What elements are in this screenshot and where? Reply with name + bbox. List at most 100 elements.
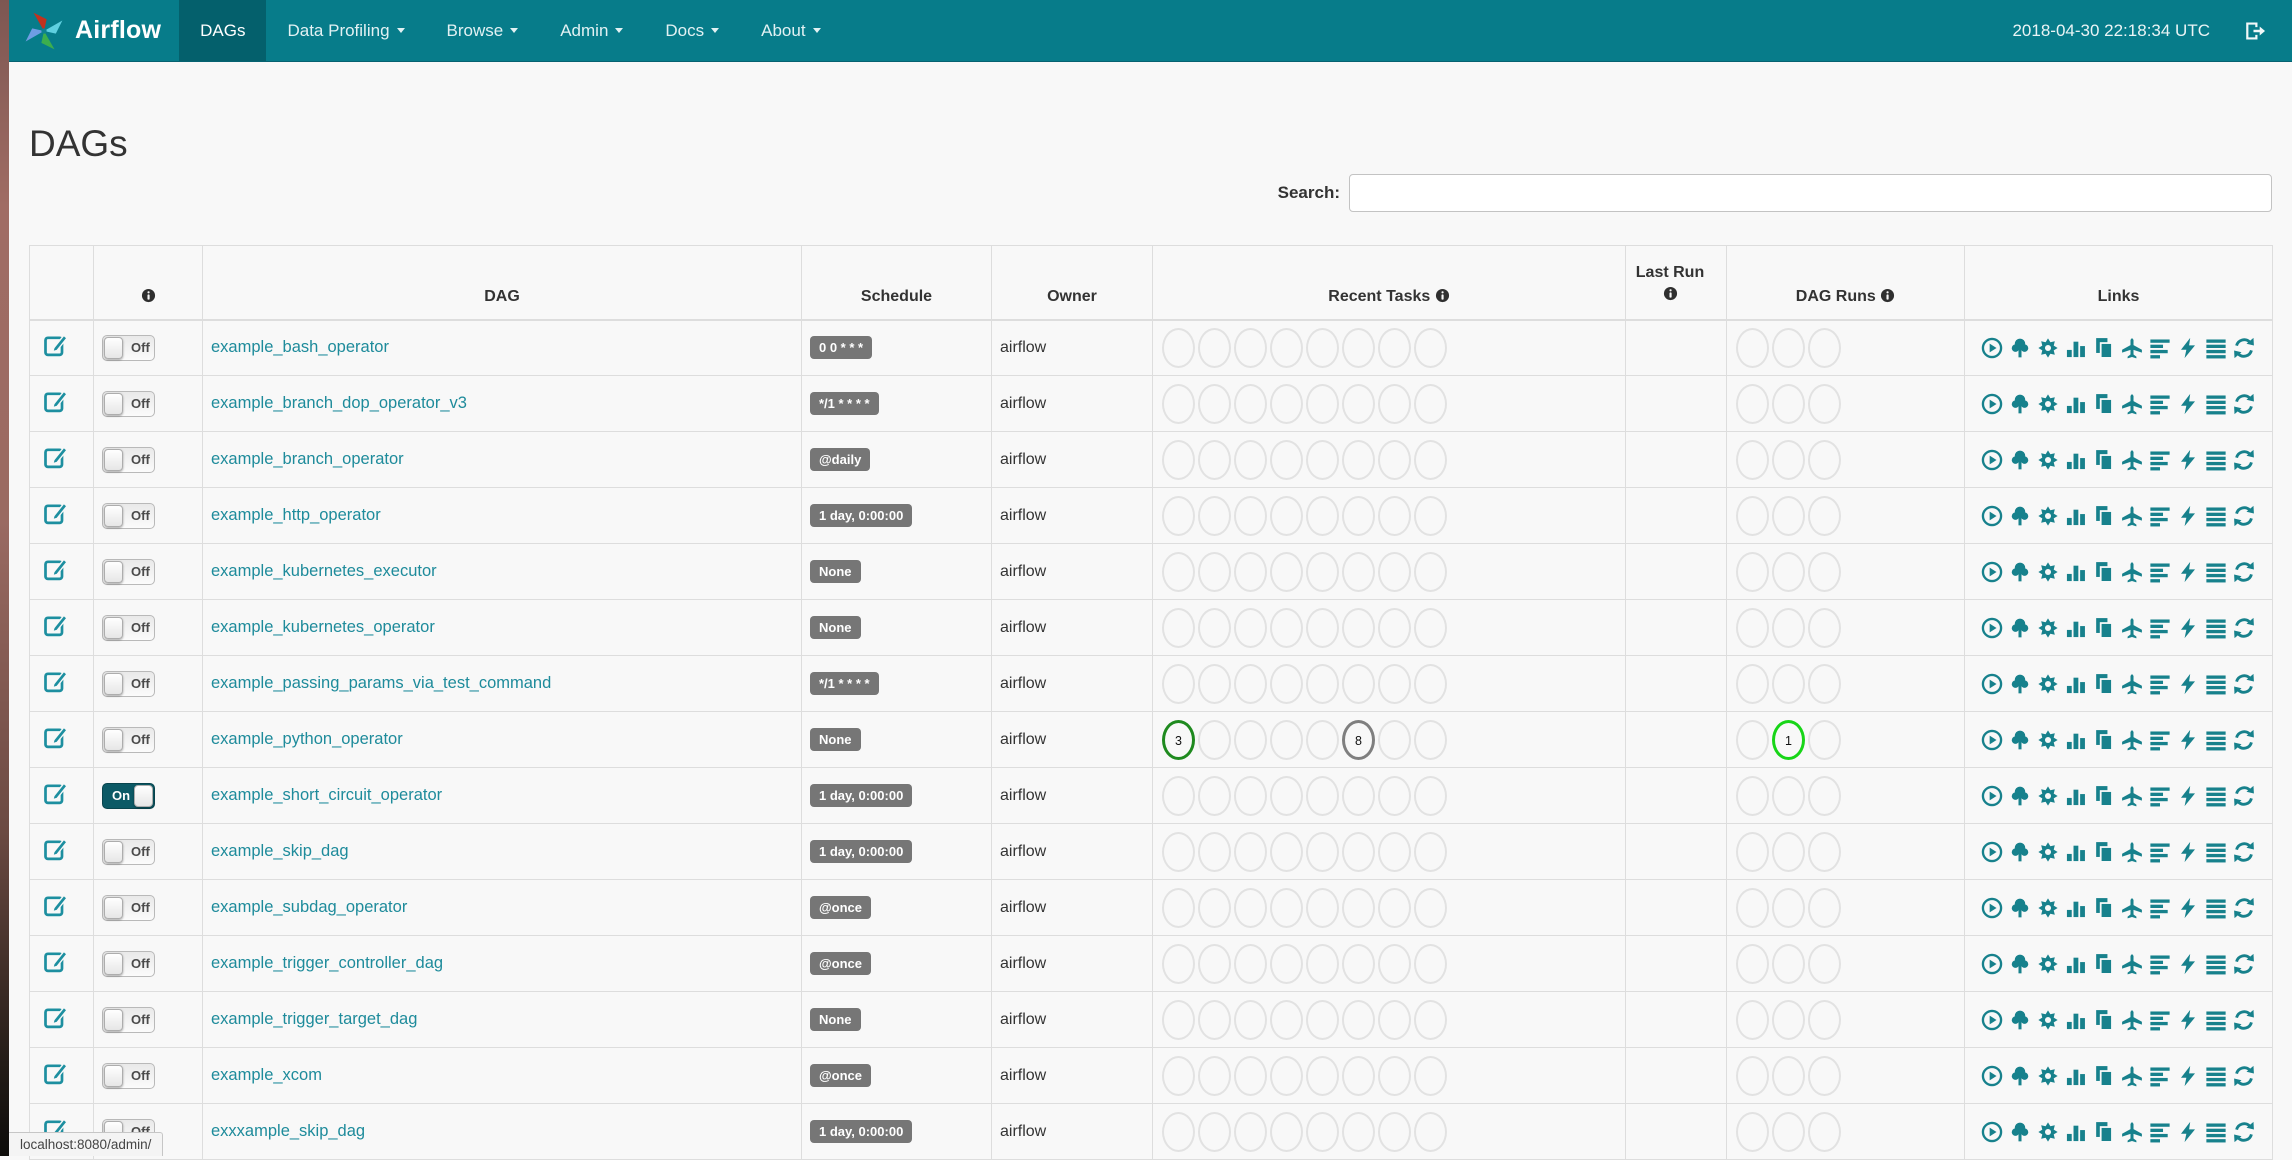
link-trigger-dag[interactable] [1981, 337, 2003, 359]
task-state-circle[interactable] [1162, 1112, 1195, 1152]
link-task-duration[interactable] [2065, 337, 2087, 359]
link-task-tries[interactable] [2093, 337, 2115, 359]
link-landing-times[interactable] [2121, 897, 2143, 919]
link-tree-view[interactable] [2009, 505, 2031, 527]
link-trigger-dag[interactable] [1981, 393, 2003, 415]
link-refresh[interactable] [2233, 561, 2255, 583]
dag-pause-toggle[interactable]: Off [102, 391, 155, 417]
task-state-circle[interactable] [1772, 496, 1805, 536]
dag-link[interactable]: example_bash_operator [211, 338, 389, 356]
task-state-circle[interactable] [1414, 720, 1447, 760]
dag-pause-toggle[interactable]: Off [102, 447, 155, 473]
task-state-circle[interactable] [1270, 384, 1303, 424]
link-task-tries[interactable] [2093, 673, 2115, 695]
link-task-tries[interactable] [2093, 897, 2115, 919]
task-state-circle[interactable] [1736, 944, 1769, 984]
task-state-circle[interactable] [1808, 440, 1841, 480]
task-state-circle[interactable] [1342, 440, 1375, 480]
task-state-circle[interactable] [1306, 384, 1339, 424]
link-gantt-view[interactable] [2149, 449, 2171, 471]
task-state-circle[interactable] [1234, 944, 1267, 984]
link-tree-view[interactable] [2009, 617, 2031, 639]
dag-pause-toggle[interactable]: Off [102, 615, 155, 641]
link-tree-view[interactable] [2009, 785, 2031, 807]
link-landing-times[interactable] [2121, 561, 2143, 583]
task-state-circle[interactable] [1234, 888, 1267, 928]
dag-link[interactable]: example_passing_params_via_test_command [211, 674, 551, 692]
task-state-circle[interactable] [1378, 1056, 1411, 1096]
task-state-circle[interactable] [1736, 328, 1769, 368]
link-log-view[interactable] [2205, 617, 2227, 639]
task-state-circle[interactable] [1736, 1112, 1769, 1152]
task-state-circle[interactable]: 3 [1162, 720, 1195, 760]
task-state-circle[interactable] [1306, 608, 1339, 648]
link-log-view[interactable] [2205, 449, 2227, 471]
link-task-duration[interactable] [2065, 841, 2087, 863]
task-state-circle[interactable] [1162, 776, 1195, 816]
link-graph-view[interactable] [2037, 953, 2059, 975]
link-refresh[interactable] [2233, 673, 2255, 695]
link-gantt-view[interactable] [2149, 953, 2171, 975]
link-gantt-view[interactable] [2149, 561, 2171, 583]
task-state-circle[interactable] [1270, 888, 1303, 928]
link-trigger-dag[interactable] [1981, 1009, 2003, 1031]
task-state-circle[interactable] [1234, 1112, 1267, 1152]
task-state-circle[interactable] [1414, 1000, 1447, 1040]
link-log-view[interactable] [2205, 505, 2227, 527]
link-trigger-dag[interactable] [1981, 785, 2003, 807]
dag-pause-toggle[interactable]: Off [102, 951, 155, 977]
link-tree-view[interactable] [2009, 673, 2031, 695]
link-gantt-view[interactable] [2149, 729, 2171, 751]
task-state-circle[interactable] [1342, 328, 1375, 368]
task-state-circle[interactable] [1772, 328, 1805, 368]
link-task-duration[interactable] [2065, 1065, 2087, 1087]
link-refresh[interactable] [2233, 393, 2255, 415]
task-state-circle[interactable] [1270, 944, 1303, 984]
task-state-circle[interactable] [1198, 328, 1231, 368]
link-graph-view[interactable] [2037, 897, 2059, 919]
task-state-circle[interactable] [1234, 1000, 1267, 1040]
link-tree-view[interactable] [2009, 449, 2031, 471]
link-task-tries[interactable] [2093, 617, 2115, 639]
link-log-view[interactable] [2205, 729, 2227, 751]
nav-item-docs[interactable]: Docs [644, 0, 740, 61]
task-state-circle[interactable] [1772, 888, 1805, 928]
edit-dag-button[interactable] [44, 389, 68, 413]
task-state-circle[interactable] [1808, 608, 1841, 648]
task-state-circle[interactable] [1736, 720, 1769, 760]
dag-link[interactable]: example_branch_dop_operator_v3 [211, 394, 467, 412]
task-state-circle[interactable] [1772, 1056, 1805, 1096]
link-refresh[interactable] [2233, 337, 2255, 359]
link-refresh[interactable] [2233, 449, 2255, 471]
task-state-circle[interactable] [1736, 832, 1769, 872]
task-state-circle[interactable] [1342, 552, 1375, 592]
link-log-view[interactable] [2205, 785, 2227, 807]
edit-dag-button[interactable] [44, 445, 68, 469]
link-task-tries[interactable] [2093, 449, 2115, 471]
link-task-tries[interactable] [2093, 505, 2115, 527]
task-state-circle[interactable] [1378, 552, 1411, 592]
task-state-circle[interactable] [1772, 832, 1805, 872]
task-state-circle[interactable] [1772, 384, 1805, 424]
task-state-circle[interactable] [1270, 608, 1303, 648]
task-state-circle[interactable] [1378, 664, 1411, 704]
task-state-circle[interactable] [1414, 496, 1447, 536]
link-task-duration[interactable] [2065, 393, 2087, 415]
link-trigger-dag[interactable] [1981, 729, 2003, 751]
task-state-circle[interactable] [1378, 776, 1411, 816]
nav-item-admin[interactable]: Admin [539, 0, 644, 61]
task-state-circle[interactable] [1378, 496, 1411, 536]
task-state-circle[interactable] [1342, 944, 1375, 984]
link-landing-times[interactable] [2121, 337, 2143, 359]
task-state-circle[interactable] [1162, 664, 1195, 704]
dag-link[interactable]: example_trigger_target_dag [211, 1010, 417, 1028]
dag-pause-toggle[interactable]: Off [102, 559, 155, 585]
link-code-view[interactable] [2177, 617, 2199, 639]
link-task-duration[interactable] [2065, 897, 2087, 919]
nav-item-about[interactable]: About [740, 0, 841, 61]
task-state-circle[interactable] [1414, 552, 1447, 592]
link-landing-times[interactable] [2121, 1065, 2143, 1087]
task-state-circle[interactable] [1162, 944, 1195, 984]
link-task-tries[interactable] [2093, 393, 2115, 415]
task-state-circle[interactable] [1270, 1000, 1303, 1040]
